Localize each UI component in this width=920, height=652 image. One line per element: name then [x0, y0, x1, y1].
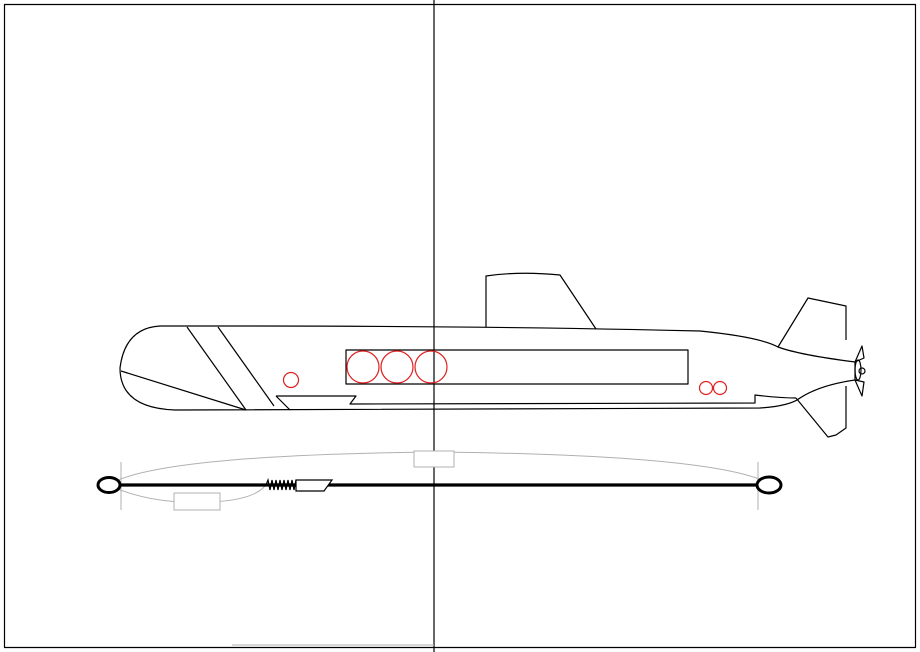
bow-line-3 — [120, 370, 247, 411]
tube-circle-3 — [414, 350, 448, 384]
tail-fin — [777, 297, 847, 348]
deck-line — [276, 394, 797, 405]
dimension-box-top — [413, 450, 455, 468]
bow-line-2 — [217, 326, 275, 407]
submarine-hull — [119, 325, 856, 411]
sail — [485, 272, 597, 330]
lower-tail-fin — [795, 386, 847, 438]
keel-fairing-front — [275, 395, 291, 411]
end-ring-left — [96, 476, 122, 494]
end-ring-right — [755, 475, 783, 495]
connector — [295, 479, 334, 492]
tube-circle-2 — [380, 350, 414, 384]
twin-porthole-right — [712, 380, 728, 396]
dimension-box-bottom — [173, 492, 221, 511]
twin-porthole-left — [698, 380, 714, 396]
submarine-drawing — [3, 0, 917, 652]
submarine — [119, 272, 866, 438]
tube-circle-1 — [346, 350, 380, 384]
bow-line-1 — [186, 326, 247, 411]
frame-border — [3, 3, 917, 649]
torpedo-tubes — [345, 349, 689, 385]
small-porthole — [282, 371, 300, 389]
cable-assembly — [96, 450, 783, 511]
propeller — [854, 345, 866, 397]
